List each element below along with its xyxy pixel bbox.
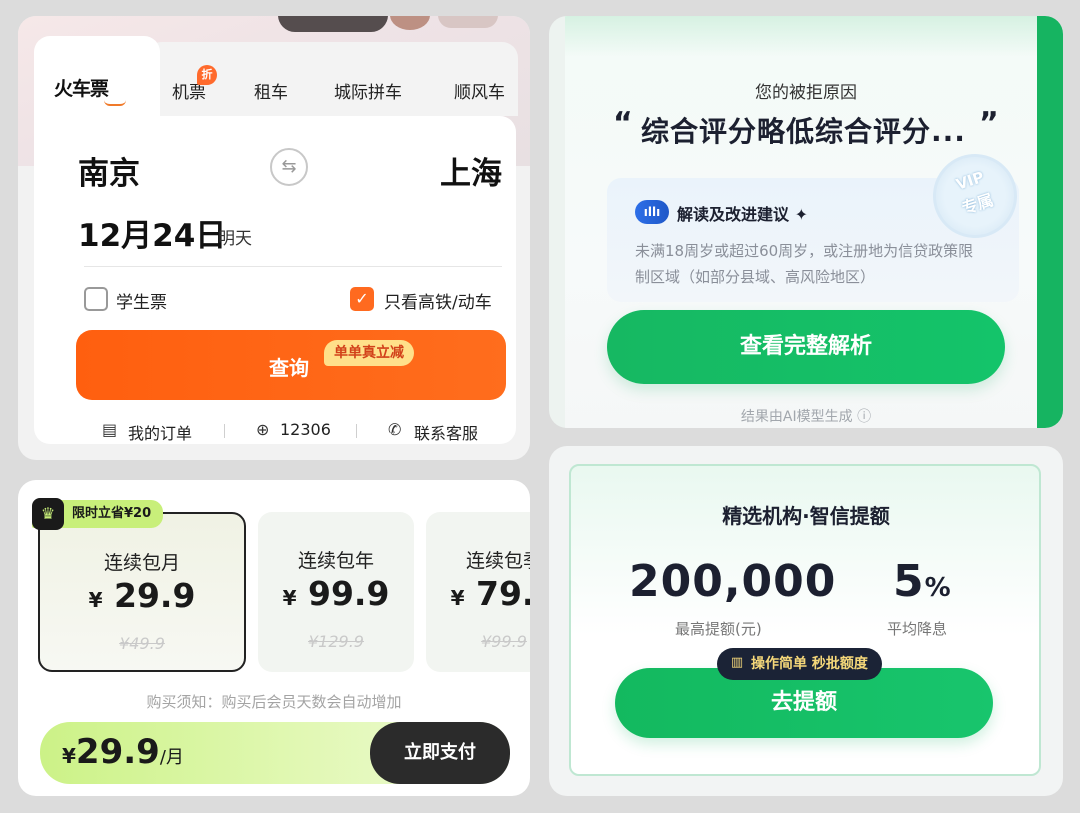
railway-logo-icon: ⊕ — [256, 420, 270, 439]
pay-now-button[interactable]: 立即支付 — [370, 722, 510, 784]
page-curl — [565, 16, 1043, 56]
credit-limit-panel: 精选机构·智信提额 200,000 最高提额(元) 5% 平均降息 去提额 操作… — [549, 446, 1063, 796]
highspeed-only-checkbox[interactable]: ✓ — [350, 287, 374, 311]
swap-icon[interactable]: ⇆ — [270, 148, 308, 186]
rejection-reason-text: 综合评分略低综合评分... — [641, 115, 966, 148]
quote-close: ” — [979, 106, 999, 141]
banner-decoration — [278, 16, 388, 32]
crown-icon: ♛ — [32, 498, 64, 530]
promo-badge: 单单真立减 — [324, 340, 414, 366]
phone-icon: ✆ — [388, 420, 402, 439]
train-ticket-panel: 火车票 机票 折 租车 城际拼车 顺风车 南京 ⇆ 上海 12月24日 明天 学… — [18, 16, 530, 460]
plan-original-price: ¥99.9 — [481, 632, 527, 651]
date-relative-label: 明天 — [218, 229, 252, 249]
plan-name: 连续包月 — [103, 552, 180, 574]
ai-voice-icon: ıllı — [635, 200, 669, 224]
plan-original-price: ¥49.9 — [119, 634, 165, 653]
plan-price: ¥ 29.9 — [88, 576, 196, 615]
student-ticket-label: 学生票 — [116, 293, 167, 313]
advice-title: 解读及改进建议 ✦ — [677, 205, 808, 224]
banner-decoration — [390, 16, 430, 30]
plan-card-yearly[interactable]: 连续包年 ¥ 99.9 ¥129.9 — [258, 512, 414, 672]
quote-open: “ — [613, 106, 633, 141]
plan-name: 连续包季 — [465, 550, 530, 572]
bank-icon: ▥ — [730, 655, 744, 670]
plan-price: ¥ 99.9 — [282, 574, 390, 613]
check-icon: ✓ — [355, 289, 369, 308]
rate-reduction-value: 5% — [893, 556, 952, 607]
hotline-12306-link[interactable]: 12306 — [280, 420, 331, 439]
logo-swoosh — [104, 100, 126, 106]
query-button-label: 查询 — [269, 356, 309, 380]
query-button[interactable]: 查询 单单真立减 — [76, 330, 506, 400]
ai-generated-note: 结果由AI模型生成 ⓘ — [740, 409, 872, 425]
departure-date[interactable]: 12月24日 — [78, 210, 226, 255]
max-limit-label: 最高提额(元) — [675, 620, 762, 638]
tab-car-rental[interactable]: 租车 — [254, 78, 288, 103]
rejection-reason-panel: 您的被拒原因 “ 综合评分略低综合评分... ” ıllı 解读及改进建议 ✦ … — [549, 16, 1063, 428]
plan-name: 连续包年 — [297, 550, 374, 572]
rate-reduction-label: 平均降息 — [887, 620, 948, 638]
student-ticket-checkbox[interactable] — [84, 287, 108, 311]
sparkle-icon: ✦ — [794, 205, 808, 224]
search-card: 火车票 机票 折 租车 城际拼车 顺风车 南京 ⇆ 上海 12月24日 明天 学… — [34, 36, 516, 444]
tab-ride-share[interactable]: 顺风车 — [454, 78, 505, 103]
advice-text: 未满18周岁或超过60周岁，或注册地为信贷政策限制区域（如部分县域、高风险地区） — [635, 242, 974, 286]
max-limit-amount: 200,000 — [629, 556, 837, 607]
my-orders-link[interactable]: 我的订单 — [128, 420, 192, 444]
customer-service-link[interactable]: 联系客服 — [414, 420, 478, 444]
plan-price: ¥ 79.9 — [450, 574, 530, 613]
order-icon: ▤ — [102, 420, 118, 439]
membership-panel: 连续包月 ¥ 29.9 ¥49.9 连续包年 ¥ 99.9 ¥129.9 连续包… — [18, 480, 530, 796]
plan-card-monthly[interactable]: 连续包月 ¥ 29.9 ¥49.9 — [38, 512, 246, 672]
tab-train[interactable]: 火车票 — [54, 74, 109, 101]
discount-badge: 折 — [197, 65, 217, 85]
tab-intercity-carpool[interactable]: 城际拼车 — [334, 78, 402, 103]
separator — [224, 424, 225, 438]
separator — [356, 424, 357, 438]
reason-title: 您的被拒原因 — [755, 83, 857, 103]
info-icon[interactable]: ⓘ — [857, 409, 871, 425]
from-city[interactable]: 南京 — [78, 148, 140, 193]
divider — [84, 266, 502, 267]
purchase-notice: 购买须知：购买后会员天数会自动增加 — [146, 693, 402, 711]
plan-original-price: ¥129.9 — [308, 632, 364, 651]
pay-amount: ¥29.9/月 — [62, 732, 184, 772]
highspeed-only-label: 只看高铁/动车 — [384, 293, 492, 313]
credit-title: 精选机构·智信提额 — [722, 504, 890, 528]
view-full-analysis-button[interactable]: 查看完整解析 — [607, 310, 1005, 384]
banner-decoration — [438, 16, 498, 28]
to-city[interactable]: 上海 — [440, 148, 502, 193]
plan-card-quarterly[interactable]: 连续包季 ¥ 79.9 ¥99.9 — [426, 512, 530, 672]
